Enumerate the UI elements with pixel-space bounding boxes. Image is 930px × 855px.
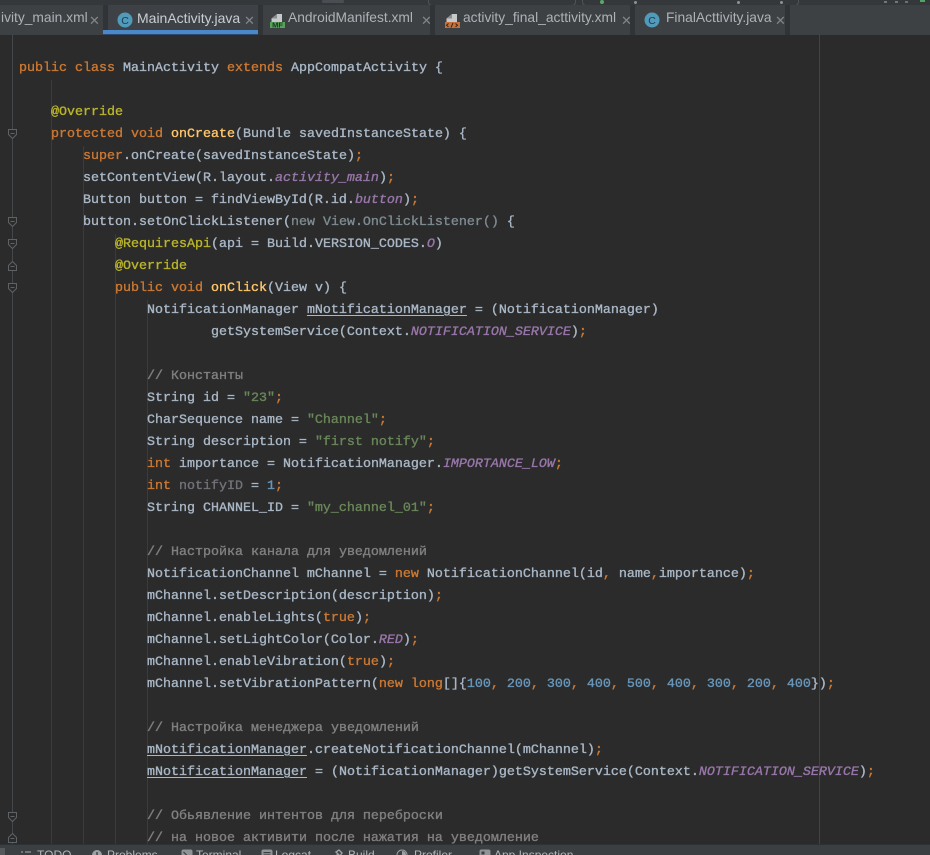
svg-text:C: C <box>121 15 129 27</box>
svg-text:MF: MF <box>272 21 283 28</box>
svg-text:C: C <box>648 15 656 27</box>
